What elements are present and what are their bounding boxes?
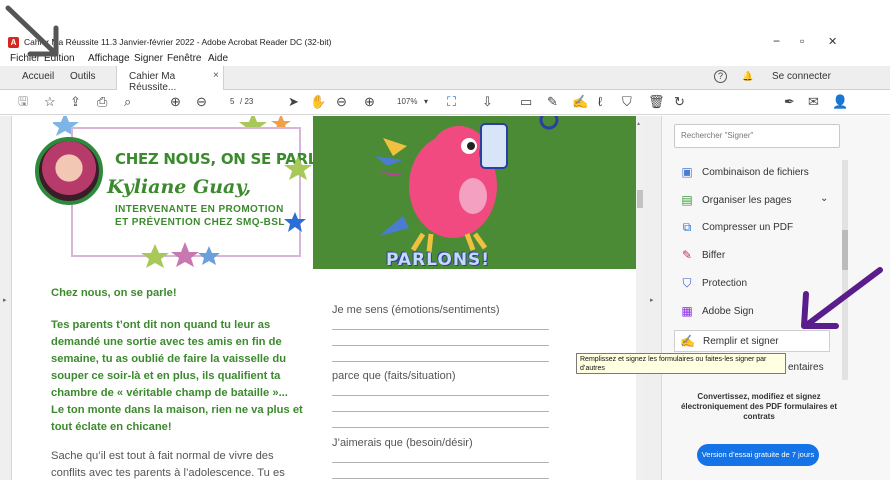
- annotation-arrows-icon: [5, 5, 883, 329]
